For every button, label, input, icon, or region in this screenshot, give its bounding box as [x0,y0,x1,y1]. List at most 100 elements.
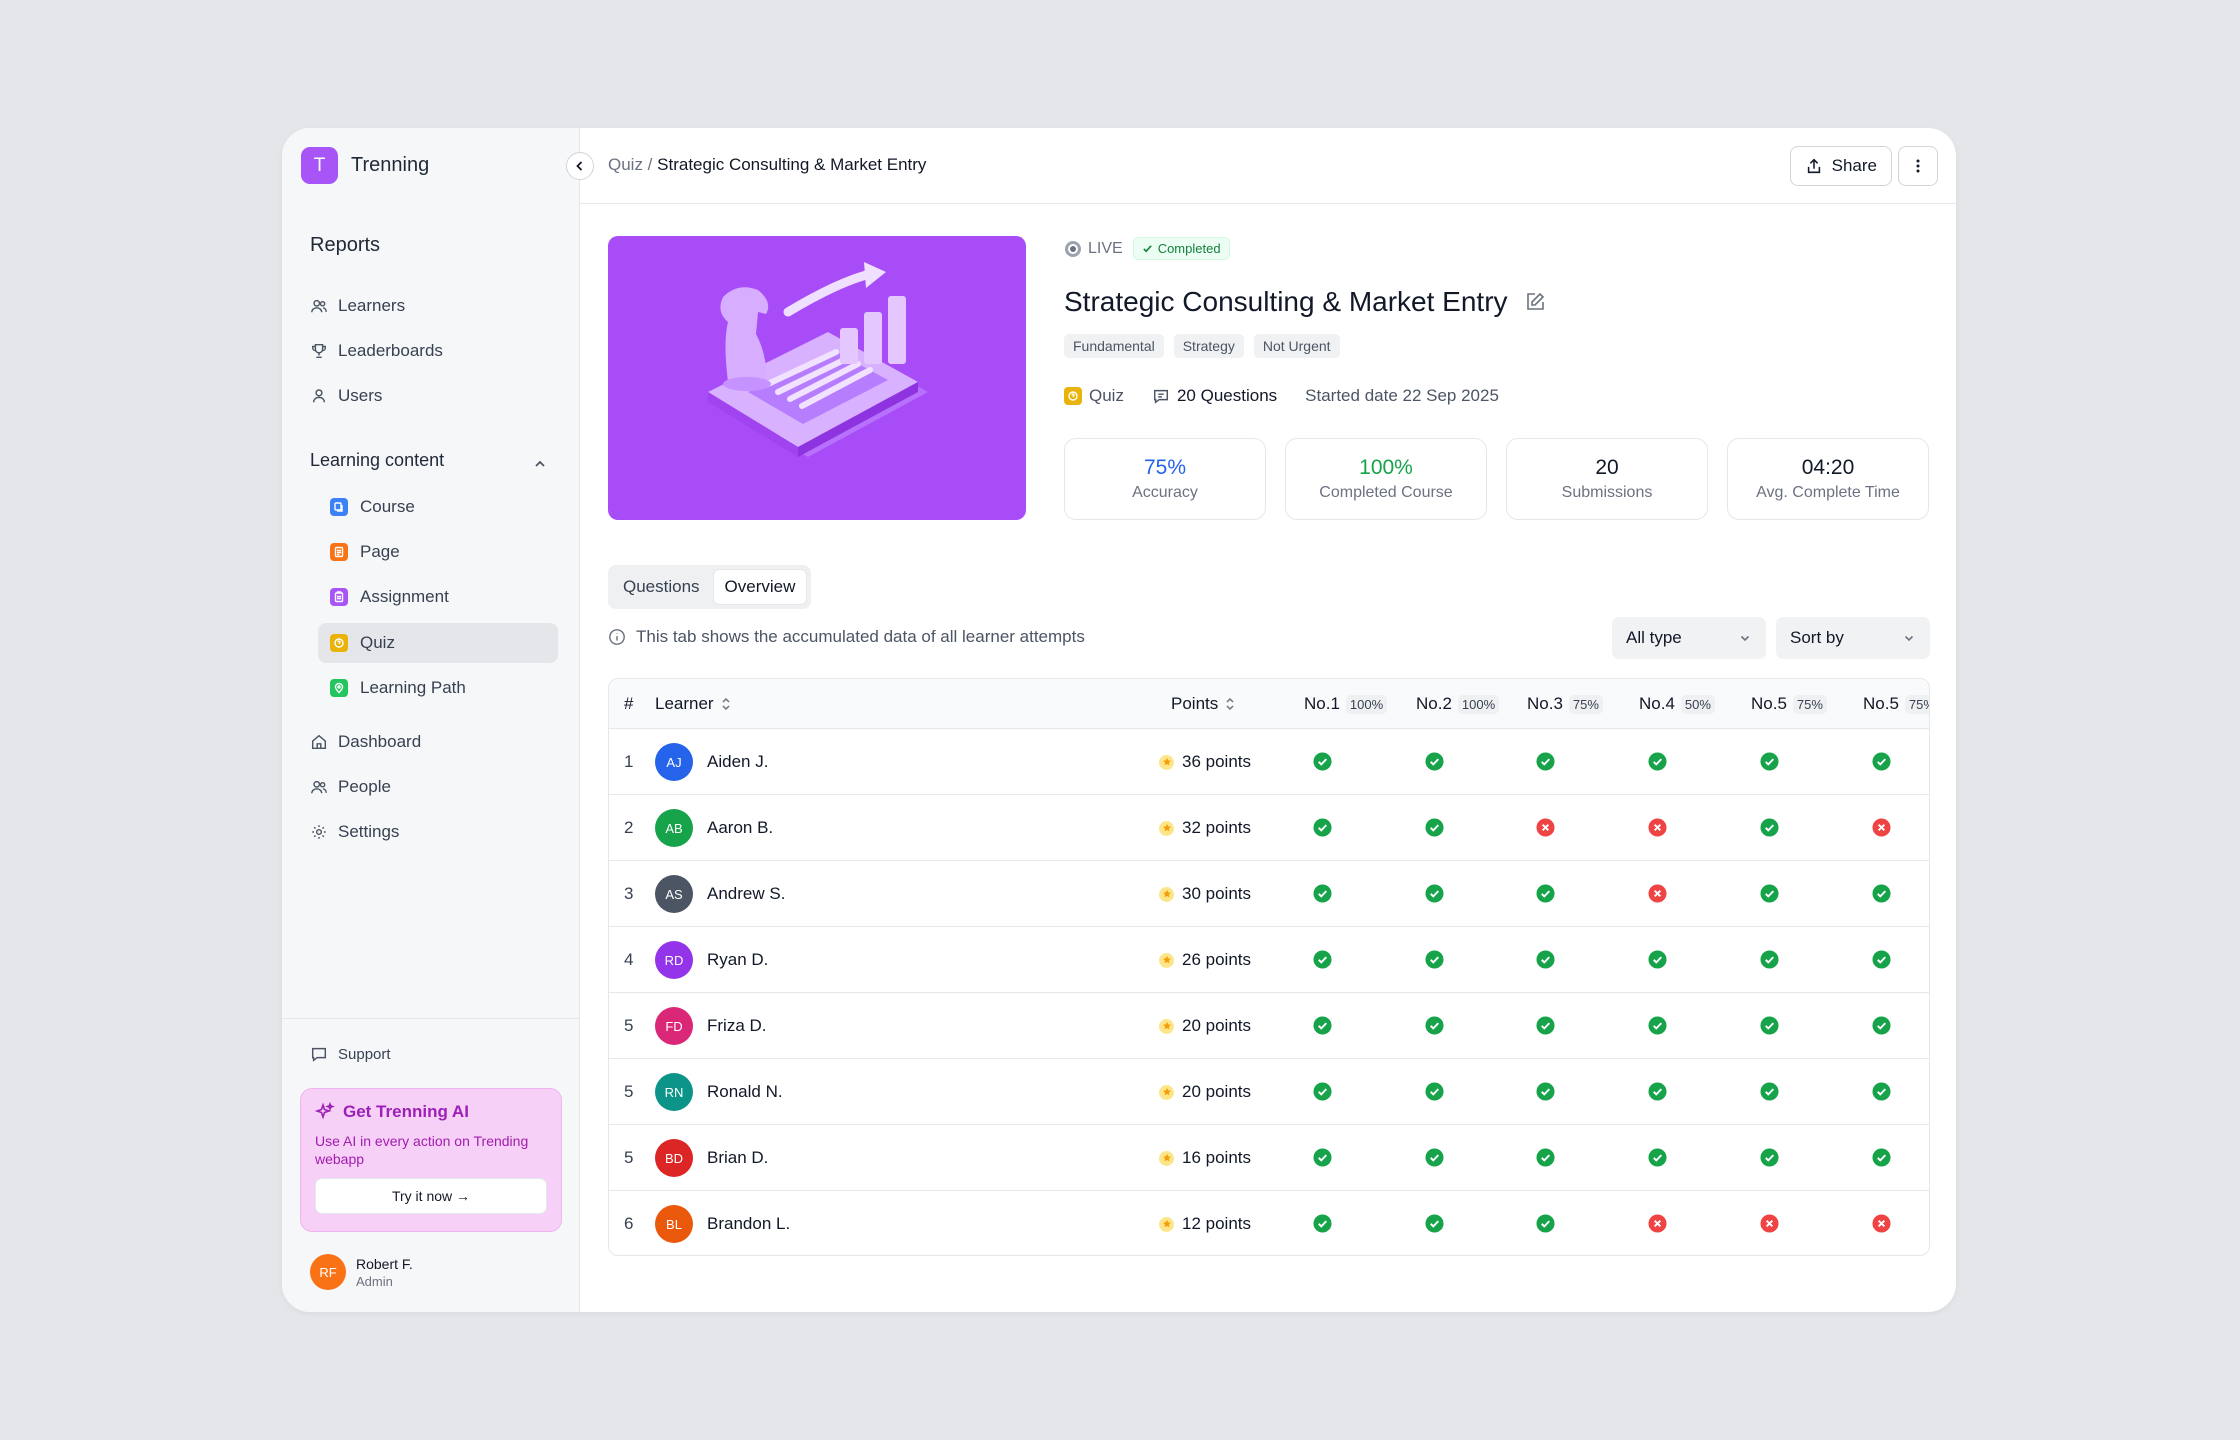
correct-answer-icon [1760,818,1779,837]
table-row[interactable]: 3 AS Andrew S. 30 points [609,861,1929,927]
stat-avg-time: 04:20 Avg. Complete Time [1727,438,1929,520]
wrong-answer-icon [1648,884,1667,903]
sidebar-item-quiz[interactable]: Quiz [318,623,558,663]
reports-section-title: Reports [310,234,381,256]
question-label: No.1 [1304,694,1340,713]
sidebar-item-users[interactable]: Users [310,381,382,411]
wrong-answer-icon [1648,818,1667,837]
points-value: 20 points [1182,1082,1251,1101]
star-icon [1159,820,1174,836]
table-row[interactable]: 5 RN Ronald N. 20 points [609,1059,1929,1125]
learner-cell[interactable]: AS Andrew S. [655,861,785,927]
learner-cell[interactable]: BL Brandon L. [655,1191,790,1255]
learner-header[interactable]: Learner [655,679,732,729]
more-options-button[interactable] [1898,146,1938,186]
correct-answer-icon [1536,1214,1555,1233]
learner-header-label: Learner [655,694,714,713]
users-icon [311,299,327,313]
question-header[interactable]: No.5 75% [1751,679,1827,729]
sidebar-item-label: Assignment [360,587,449,606]
learner-cell[interactable]: BD Brian D. [655,1125,768,1191]
promo-title: Get Trenning AI [343,1102,469,1121]
sidebar-item-assignment[interactable]: Assignment [318,577,558,617]
correct-answer-icon [1425,818,1444,837]
live-icon [1065,240,1081,257]
breadcrumb-root[interactable]: Quiz / [608,155,652,174]
table-row[interactable]: 2 AB Aaron B. 32 points [609,795,1929,861]
avatar: RD [655,941,693,979]
correct-answer-icon [1313,884,1332,903]
rank-cell: 6 [624,1214,634,1233]
learner-cell[interactable]: FD Friza D. [655,993,767,1059]
support-link[interactable]: Support [310,1045,391,1063]
sparkle-icon [315,1102,335,1120]
star-icon [1159,886,1174,902]
question-header[interactable]: No.5 75% [1863,679,1929,729]
sidebar-item-learning-path[interactable]: Learning Path [318,668,558,708]
sidebar-item-learners[interactable]: Learners [310,291,405,321]
stat-value: 20 [1595,456,1619,479]
sidebar-item-people[interactable]: People [310,772,391,802]
view-tabs: Questions Overview [608,565,812,609]
share-icon [1807,158,1820,174]
sort-icon [722,697,730,711]
sort-select[interactable]: Sort by [1776,617,1930,659]
points-header-label: Points [1171,694,1219,713]
share-button[interactable]: Share [1789,146,1892,186]
user-profile[interactable]: RF Robert F. Admin [310,1254,413,1290]
table-row[interactable]: 5 FD Friza D. 20 points [609,993,1929,1059]
question-header[interactable]: No.3 75% [1527,679,1603,729]
avatar: BD [655,1139,693,1177]
question-label: No.3 [1527,694,1563,713]
sidebar-item-page[interactable]: Page [318,532,558,572]
learner-name: Andrew S. [707,884,786,903]
tab-overview[interactable]: Overview [712,569,808,605]
correct-answer-icon [1760,752,1779,771]
sidebar-item-leaderboards[interactable]: Leaderboards [310,336,443,366]
main-content: LIVE Completed Strategic Consulting & Ma… [580,204,1956,1312]
correct-answer-icon [1425,1082,1444,1101]
table-row[interactable]: 4 RD Ryan D. 26 points [609,927,1929,993]
points-cell: 26 points [1159,927,1251,993]
quiz-meta: Quiz 20 Questions Started date 22 Sep 20… [1064,386,1499,406]
sidebar-item-dashboard[interactable]: Dashboard [310,727,421,757]
question-header[interactable]: No.4 50% [1639,679,1715,729]
brand[interactable]: T Trenning [301,147,429,184]
correct-answer-icon [1872,1082,1891,1101]
user-name: Robert F. [356,1255,413,1272]
support-label: Support [338,1045,391,1063]
learner-cell[interactable]: AJ Aiden J. [655,729,768,795]
collapse-sidebar-button[interactable] [566,152,594,180]
check-icon [1142,245,1152,253]
points-header[interactable]: Points [1171,679,1236,729]
quiz-tags: Fundamental Strategy Not Urgent [1064,334,1340,358]
sidebar-item-settings[interactable]: Settings [310,817,399,847]
correct-answer-icon [1872,1148,1891,1167]
table-row[interactable]: 6 BL Brandon L. 12 points [609,1191,1929,1255]
question-header[interactable]: No.1 100% [1304,679,1388,729]
try-it-now-button[interactable]: Try it now → [315,1178,547,1214]
question-header[interactable]: No.2 100% [1416,679,1500,729]
learner-cell[interactable]: RN Ronald N. [655,1059,783,1125]
type-filter-value: All type [1626,628,1682,647]
learner-name: Aaron B. [707,818,774,837]
correct-answer-icon [1648,1148,1667,1167]
table-row[interactable]: 1 AJ Aiden J. 36 points [609,729,1929,795]
chevron-up-icon[interactable] [532,456,548,472]
learning-content-title[interactable]: Learning content [310,450,444,471]
question-accuracy-badge: 50% [1680,694,1715,714]
learner-name: Aiden J. [707,752,769,771]
status-badge: Completed [1132,237,1230,260]
correct-answer-icon [1760,1082,1779,1101]
sidebar-item-course[interactable]: Course [318,487,558,527]
learner-cell[interactable]: AB Aaron B. [655,795,773,861]
correct-answer-icon [1313,1082,1332,1101]
learner-cell[interactable]: RD Ryan D. [655,927,768,993]
chevron-down-icon [1904,635,1914,642]
tag: Strategy [1173,334,1244,358]
rank-cell: 5 [624,1148,634,1167]
edit-icon[interactable] [1524,291,1546,313]
tab-questions[interactable]: Questions [612,569,711,605]
type-filter-select[interactable]: All type [1612,617,1766,659]
table-row[interactable]: 5 BD Brian D. 16 points [609,1125,1929,1191]
